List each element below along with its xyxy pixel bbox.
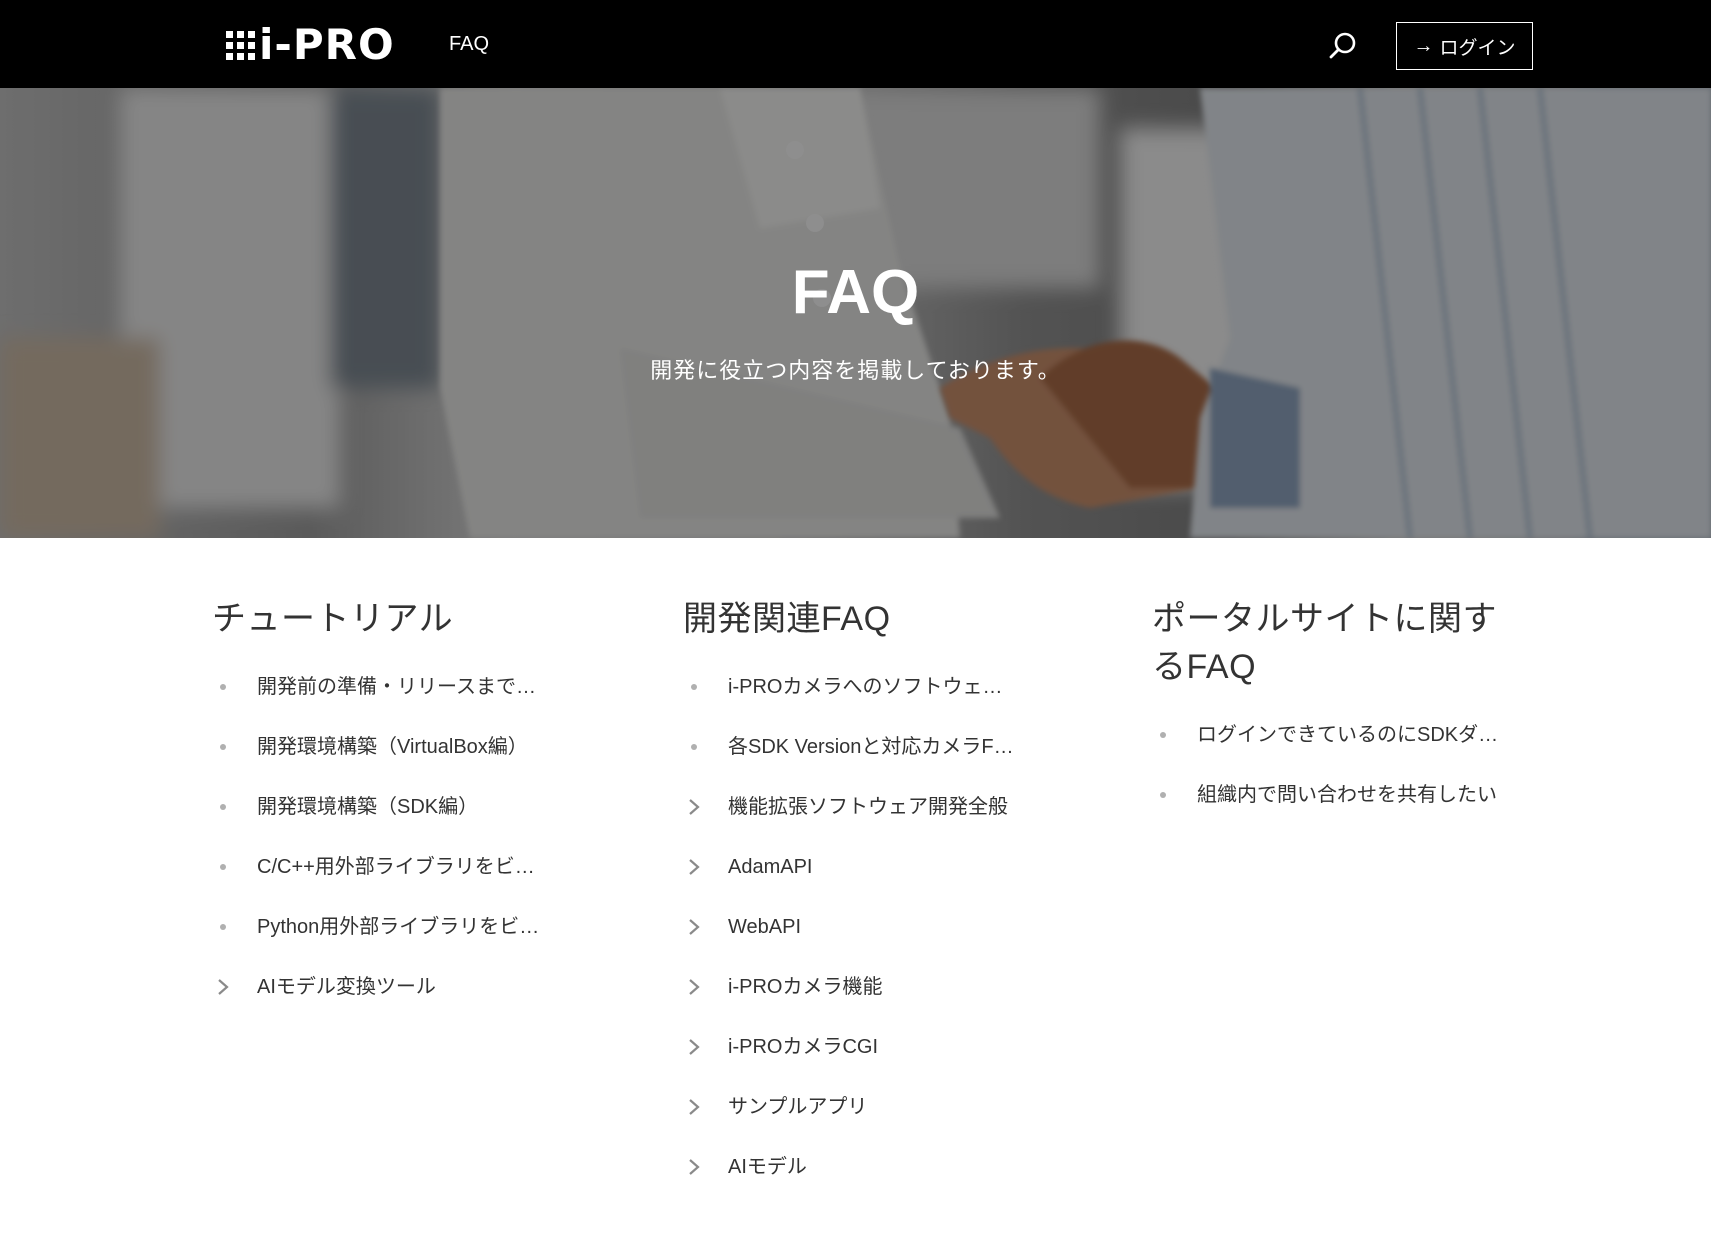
list-item-label: 開発環境構築（VirtualBox編） [257,736,528,758]
list-item-label: サンプルアプリ [728,1096,868,1118]
login-label: ログイン [1439,37,1516,59]
list-item-label: C/C++用外部ライブラリをビ… [257,856,535,878]
list-item-label: Python用外部ライブラリをビ… [257,916,540,938]
list-item[interactable]: 機能拡張ソフトウェア開発全般 [683,796,1083,856]
list-item-label: 各SDK Versionと対応カメラF… [728,736,1014,758]
list-item-label: 機能拡張ソフトウェア開発全般 [728,796,1008,818]
chevron-right-icon [683,976,705,998]
bullet-dot-icon [212,856,234,878]
column-title-portal-faq: ポータルサイトに関するFAQ [1152,600,1497,686]
dev-faq-column: 開発関連FAQ i-PROカメラへのソフトウェ… 各SDK Versionと対応… [683,595,1083,1216]
list-item[interactable]: i-PROカメラCGI [683,1036,1083,1096]
list-item[interactable]: C/C++用外部ライブラリをビ… [212,856,612,916]
logo-dot-grid-icon [226,30,255,60]
search-button[interactable] [1326,29,1360,63]
bullet-dot-icon [683,736,705,758]
list-item-label: i-PROカメラへのソフトウェ… [728,676,1003,698]
tutorial-column: チュートリアル 開発前の準備・リリースまで… 開発環境構築（VirtualBox… [212,595,612,1036]
search-icon [1329,32,1356,59]
list-item[interactable]: 開発環境構築（VirtualBox編） [212,736,612,796]
list-item-label: i-PROカメラCGI [728,1036,878,1058]
chevron-right-icon [683,1036,705,1058]
portal-faq-column: ポータルサイトに関するFAQ ログインできているのにSDKダ… 組織内で問い合わ… [1152,595,1522,844]
list-item-label: AIモデル [728,1156,807,1178]
column-title-tutorial: チュートリアル [212,600,454,638]
login-button[interactable]: → ログイン [1396,22,1533,70]
list-item-label: WebAPI [728,916,801,938]
hero-subtitle: 開発に役立つ内容を掲載しております。 [650,358,1061,383]
hero-banner: FAQ 開発に役立つ内容を掲載しております。 [0,88,1711,538]
chevron-right-icon [212,976,234,998]
list-item[interactable]: i-PROカメラへのソフトウェ… [683,676,1083,736]
list-item-label: AIモデル変換ツール [257,976,436,998]
chevron-right-icon [683,856,705,878]
list-item[interactable]: AIモデル [683,1156,1083,1216]
list-item[interactable]: Python用外部ライブラリをビ… [212,916,612,976]
i-pro-logo[interactable]: i-PRO [226,24,395,66]
nav-faq-link[interactable]: FAQ [449,32,489,56]
bullet-dot-icon [1152,784,1174,806]
list-item-label: i-PROカメラ機能 [728,976,883,998]
list-item[interactable]: 各SDK Versionと対応カメラF… [683,736,1083,796]
list-item[interactable]: 開発前の準備・リリースまで… [212,676,612,736]
bullet-dot-icon [212,796,234,818]
list-item-label: AdamAPI [728,856,813,878]
chevron-right-icon [683,916,705,938]
tutorial-list: 開発前の準備・リリースまで… 開発環境構築（VirtualBox編） 開発環境構… [212,676,612,1036]
arrow-right-icon: → [1413,35,1434,57]
list-item-label: 開発環境構築（SDK編） [257,796,479,818]
portal-faq-list: ログインできているのにSDKダ… 組織内で問い合わせを共有したい [1152,724,1522,844]
list-item-label: 開発前の準備・リリースまで… [257,676,536,698]
chevron-right-icon [683,796,705,818]
list-item-label: 組織内で問い合わせを共有したい [1197,784,1497,806]
list-item[interactable]: AIモデル変換ツール [212,976,612,1036]
logo-text: i-PRO [259,20,395,69]
list-item[interactable]: WebAPI [683,916,1083,976]
chevron-right-icon [683,1096,705,1118]
list-item[interactable]: i-PROカメラ機能 [683,976,1083,1036]
bullet-dot-icon [683,676,705,698]
list-item[interactable]: サンプルアプリ [683,1096,1083,1156]
bullet-dot-icon [212,676,234,698]
list-item[interactable]: AdamAPI [683,856,1083,916]
chevron-right-icon [683,1156,705,1178]
list-item[interactable]: ログインできているのにSDKダ… [1152,724,1522,784]
list-item-label: ログインできているのにSDKダ… [1197,724,1499,746]
dev-faq-list: i-PROカメラへのソフトウェ… 各SDK Versionと対応カメラF… 機能… [683,676,1083,1216]
bullet-dot-icon [212,916,234,938]
list-item[interactable]: 組織内で問い合わせを共有したい [1152,784,1522,844]
hero-title: FAQ [791,258,920,327]
list-item[interactable]: 開発環境構築（SDK編） [212,796,612,856]
column-title-dev-faq: 開発関連FAQ [683,600,891,638]
bullet-dot-icon [1152,724,1174,746]
top-header: i-PRO FAQ → ログイン [0,0,1711,88]
bullet-dot-icon [212,736,234,758]
